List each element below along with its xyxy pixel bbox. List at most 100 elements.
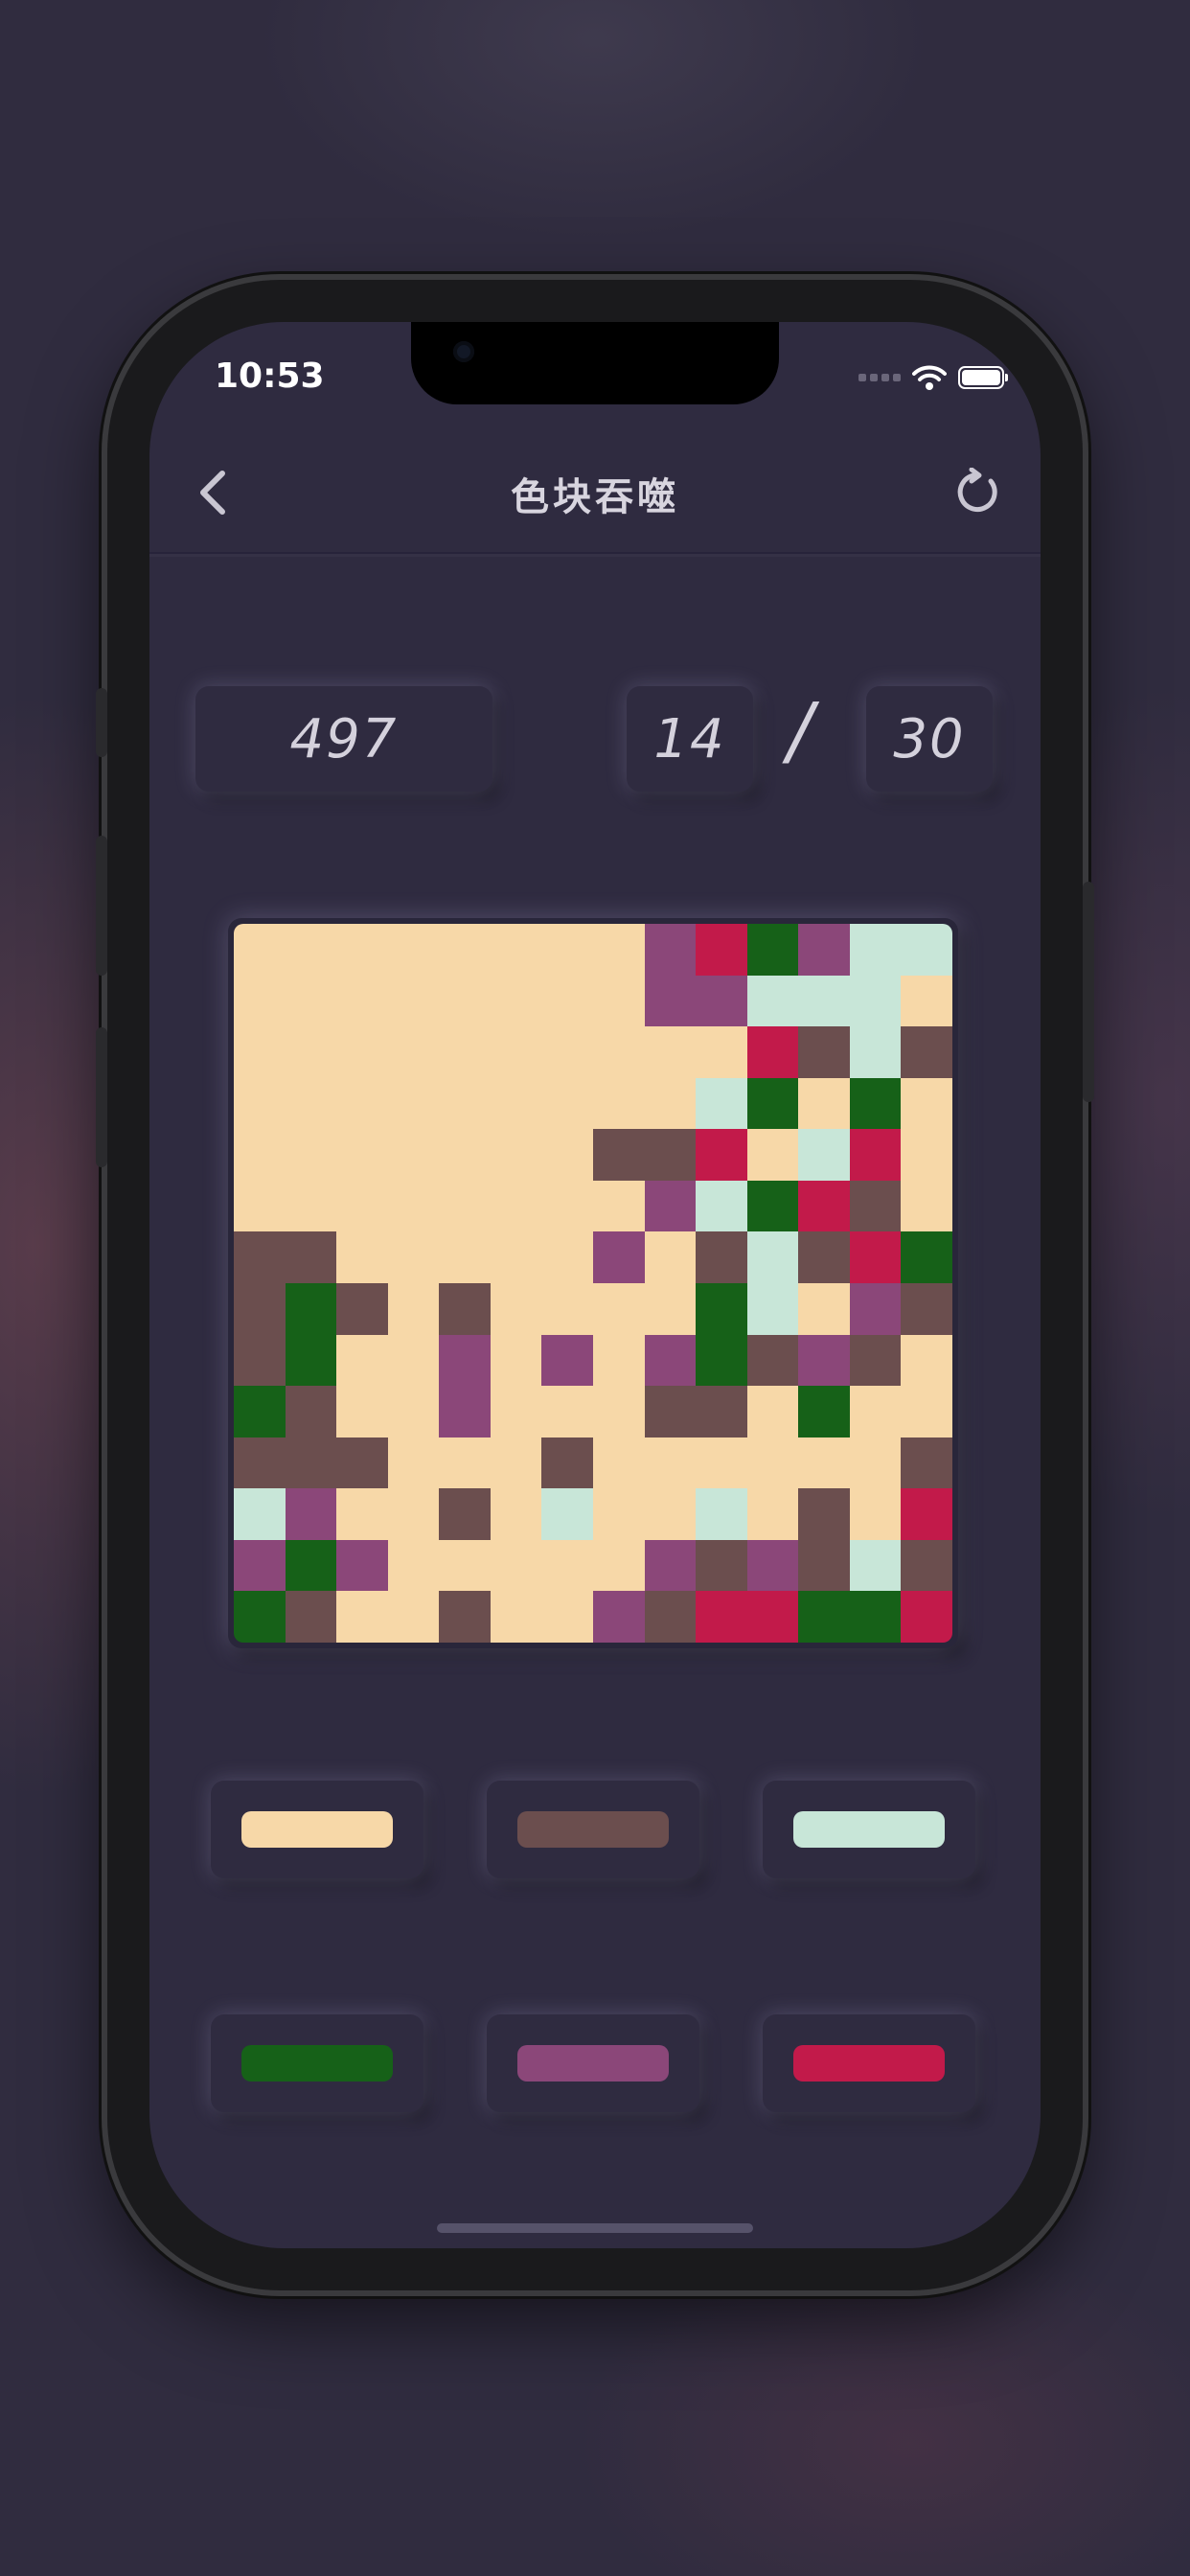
refresh-icon[interactable]	[952, 468, 1002, 518]
board-cell	[644, 1488, 697, 1540]
board-cell	[541, 1231, 593, 1283]
board-cell	[593, 975, 645, 1027]
board-cell	[439, 1539, 491, 1592]
board-cell	[285, 1231, 337, 1283]
board-cell	[798, 1077, 850, 1130]
board-cell	[901, 1283, 952, 1335]
board-cell	[901, 1488, 952, 1540]
board-cell	[387, 1231, 440, 1283]
board-cell	[644, 1591, 697, 1643]
board-cell	[336, 1488, 388, 1540]
board-cell	[490, 1026, 542, 1078]
board-cell	[901, 1386, 952, 1438]
board-cell	[696, 1539, 747, 1592]
board-cell	[387, 1180, 440, 1232]
volume-up-button	[96, 836, 107, 976]
board-cell	[593, 1180, 645, 1232]
board-cell	[490, 1334, 542, 1387]
board-cell	[490, 1283, 542, 1335]
board-cell	[593, 1334, 645, 1387]
board-cell	[285, 1283, 337, 1335]
board-cell	[593, 1026, 645, 1078]
board-cell	[849, 1283, 902, 1335]
board-cell	[285, 1386, 337, 1438]
board-cell	[234, 1437, 286, 1489]
color-button-mint[interactable]	[763, 1781, 975, 1878]
board-cell	[234, 1488, 286, 1540]
board-cell	[387, 1437, 440, 1489]
board-cell	[336, 1077, 388, 1130]
board-cell	[798, 1591, 850, 1643]
board-cell	[439, 1026, 491, 1078]
board-cell	[234, 1283, 286, 1335]
board-cell	[798, 1283, 850, 1335]
color-button-cream[interactable]	[211, 1781, 423, 1878]
board-cell	[644, 1283, 697, 1335]
color-button-red[interactable]	[763, 2014, 975, 2112]
board-cell	[901, 1591, 952, 1643]
board-cell	[234, 1539, 286, 1592]
board-cell	[490, 1591, 542, 1643]
board-cell	[336, 1283, 388, 1335]
board-cell	[849, 1180, 902, 1232]
board-cell	[798, 1386, 850, 1438]
board-cell	[798, 924, 850, 976]
board-cell	[798, 1129, 850, 1181]
board-cell	[746, 1231, 799, 1283]
board-cell	[798, 1437, 850, 1489]
board-cell	[901, 1180, 952, 1232]
board-cell	[285, 924, 337, 976]
color-button-brown[interactable]	[487, 1781, 699, 1878]
board-cell	[285, 1180, 337, 1232]
board-cell	[336, 924, 388, 976]
board-cell	[746, 1283, 799, 1335]
board-cell	[336, 1591, 388, 1643]
board-cell	[901, 1026, 952, 1078]
board-cell	[593, 1539, 645, 1592]
board-cell	[490, 1231, 542, 1283]
board-cell	[901, 1077, 952, 1130]
notch	[411, 322, 779, 404]
board-cell	[593, 1077, 645, 1130]
board-cell	[541, 924, 593, 976]
color-button-purple[interactable]	[487, 2014, 699, 2112]
board-cell	[901, 975, 952, 1027]
board-cell	[644, 1334, 697, 1387]
nav-bar: 色块吞噬	[149, 427, 1041, 554]
color-swatch	[517, 1811, 669, 1848]
board-cell	[849, 1591, 902, 1643]
board-cell	[387, 924, 440, 976]
color-button-green[interactable]	[211, 2014, 423, 2112]
board-cell	[285, 1334, 337, 1387]
color-swatch	[793, 1811, 945, 1848]
board-cell	[746, 975, 799, 1027]
board-cell	[490, 1539, 542, 1592]
board-cell	[336, 1334, 388, 1387]
board-cell	[644, 1129, 697, 1181]
board-cell	[541, 975, 593, 1027]
board-cell	[746, 1386, 799, 1438]
moves-used-box: 14	[627, 686, 753, 792]
board-cell	[593, 1129, 645, 1181]
board-cell	[593, 1283, 645, 1335]
board-cell	[901, 1231, 952, 1283]
board-cell	[696, 1591, 747, 1643]
board-cell	[285, 1488, 337, 1540]
board-cell	[644, 1180, 697, 1232]
board-cell	[901, 1334, 952, 1387]
moves-used-value: 14	[653, 707, 726, 770]
board-cell	[696, 1129, 747, 1181]
board-cell	[541, 1437, 593, 1489]
board-cell	[849, 975, 902, 1027]
board-cell	[901, 924, 952, 976]
game-board	[234, 924, 952, 1643]
board-cell	[439, 1077, 491, 1130]
board-cell	[336, 1129, 388, 1181]
board-cell	[490, 975, 542, 1027]
board-cell	[439, 1129, 491, 1181]
board-cell	[387, 1386, 440, 1438]
board-cell	[644, 924, 697, 976]
board-cell	[696, 1386, 747, 1438]
board-cell	[285, 1591, 337, 1643]
board-cell	[593, 1591, 645, 1643]
